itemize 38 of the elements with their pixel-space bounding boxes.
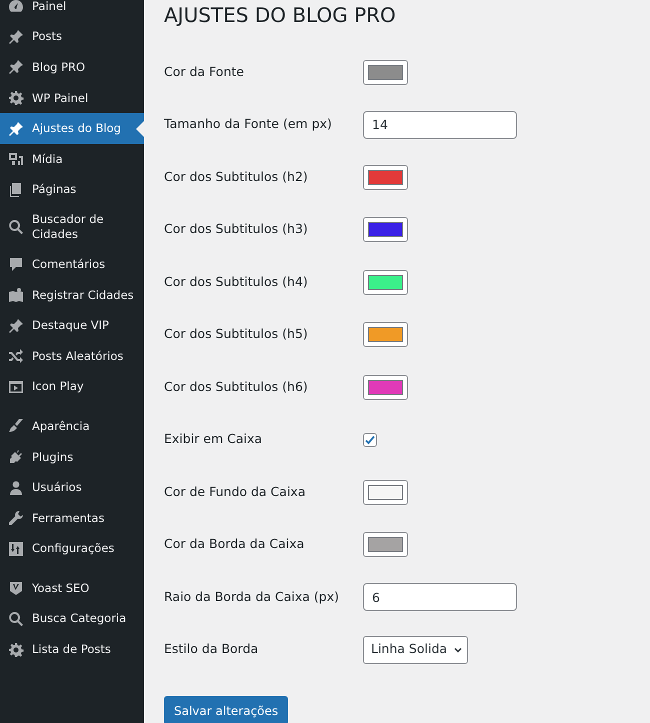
field-label: Cor dos Subtitulos (h3) (164, 220, 309, 238)
field-label: Cor dos Subtitulos (h4) (164, 272, 309, 291)
sidebar-item[interactable]: Aparência (0, 411, 144, 442)
field-label: Cor de Fundo da Caixa (164, 482, 306, 501)
field-label: Estilo da Borda (164, 640, 260, 658)
page-title: AJUSTES DO BLOG PRO (164, 2, 397, 28)
sidebar-item[interactable]: Usuários (0, 472, 144, 503)
select-field[interactable]: Linha Solida (363, 636, 468, 664)
sidebar-item[interactable]: Posts Aleatórios (0, 340, 144, 372)
sidebar-item[interactable]: Posts (0, 22, 144, 52)
number-field[interactable]: 6 (363, 583, 517, 612)
sidebar-item[interactable]: Destaque VIP (0, 310, 144, 341)
field-label: Cor dos Subtitulos (h2) (164, 168, 309, 186)
field-label: Cor da Borda da Caixa (164, 535, 306, 554)
save-button[interactable]: Salvar alterações (164, 696, 288, 723)
sidebar-item[interactable]: Mídia (0, 144, 144, 175)
number-field[interactable]: 14 (363, 110, 517, 139)
sidebar-item[interactable]: WP Painel (0, 82, 144, 114)
sidebar-item[interactable]: Plugins (0, 442, 144, 472)
sidebar-item[interactable]: Ferramentas (0, 502, 144, 534)
field-label: Tamanho da Fonte (em px) (164, 115, 333, 134)
sidebar-item[interactable]: Comentários (0, 249, 144, 280)
sidebar-item[interactable]: Icon Play (0, 372, 144, 402)
field-label: Cor dos Subtitulos (h5) (164, 325, 309, 344)
field-label: Raio da Borda da Caixa (px) (164, 588, 340, 606)
field-label: Exibir em Caixa (164, 430, 264, 448)
sidebar-item[interactable]: Registrar Cidades (0, 280, 144, 310)
field-label: Cor da Fonte (164, 62, 245, 81)
sidebar-item[interactable]: Yoast SEO (0, 573, 144, 604)
sidebar-item[interactable]: Blog PRO (0, 52, 144, 83)
field-label: Cor dos Subtitulos (h6) (164, 378, 309, 396)
sidebar-item[interactable]: Painel (0, 0, 144, 22)
sidebar-item[interactable]: Lista de Posts (0, 634, 144, 665)
sidebar-item[interactable]: Páginas (0, 174, 144, 206)
sidebar-item[interactable]: Buscador de Cidades (0, 205, 144, 250)
sidebar-item[interactable]: Configurações (0, 534, 144, 564)
sidebar-item[interactable]: Ajustes do Blog (0, 113, 144, 144)
sidebar-item[interactable]: Busca Categoria (0, 604, 144, 634)
